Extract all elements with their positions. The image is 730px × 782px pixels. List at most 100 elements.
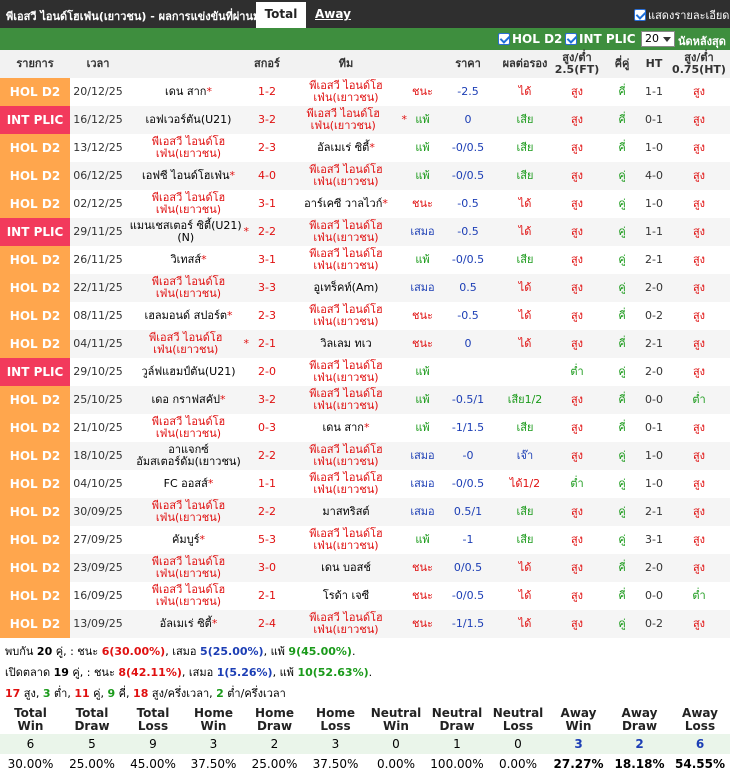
home-team[interactable]: เอฟซี ไอนด์โฮเฟ่น * bbox=[126, 162, 251, 190]
match-score[interactable]: 3-0 bbox=[251, 554, 283, 582]
away-team[interactable]: เดน บอสช์ bbox=[283, 554, 409, 582]
league-badge[interactable]: HOL D2 bbox=[0, 246, 70, 274]
table-row[interactable]: HOL D2 04/10/25 FC ออสส์ * 1-1 พีเอสวี ไอนด์โ… bbox=[0, 470, 730, 498]
away-team[interactable]: อูเทร็คท์(Am) bbox=[283, 274, 409, 302]
tab-away[interactable]: Away bbox=[315, 7, 351, 21]
table-row[interactable]: HOL D2 25/10/25 เดอ กราฟสคัป * 3-2 พีเอสวี ไอ… bbox=[0, 386, 730, 414]
home-team[interactable]: พีเอสวี ไอนด์โฮเฟ่น(เยาวชน) bbox=[126, 274, 251, 302]
match-score[interactable]: 1-2 bbox=[251, 78, 283, 106]
table-row[interactable]: HOL D2 22/11/25 พีเอสวี ไอนด์โฮเฟ่น(เยาวชน… bbox=[0, 274, 730, 302]
table-row[interactable]: INT PLIC 16/12/25 เอฟเวอร์ตัน(U21) 3-2 พีเอส… bbox=[0, 106, 730, 134]
away-team[interactable]: พีเอสวี ไอนด์โฮเฟ่น(เยาวชน) bbox=[283, 442, 409, 470]
checkbox-icon[interactable] bbox=[565, 33, 577, 45]
away-team[interactable]: วิลเลม ทเว bbox=[283, 330, 409, 358]
away-team[interactable]: เดน สาก * bbox=[283, 414, 409, 442]
away-team[interactable]: พีเอสวี ไอนด์โฮเฟ่น(เยาวชน) bbox=[283, 218, 409, 246]
checkbox-icon[interactable] bbox=[498, 33, 510, 45]
league-badge[interactable]: HOL D2 bbox=[0, 610, 70, 638]
match-score[interactable]: 0-3 bbox=[251, 414, 283, 442]
league-badge[interactable]: HOL D2 bbox=[0, 414, 70, 442]
away-team[interactable]: พีเอสวี ไอนด์โฮเฟ่น(เยาวชน) bbox=[283, 246, 409, 274]
league-badge[interactable]: HOL D2 bbox=[0, 386, 70, 414]
league-badge[interactable]: INT PLIC bbox=[0, 358, 70, 386]
match-score[interactable]: 5-3 bbox=[251, 526, 283, 554]
away-team[interactable]: พีเอสวี ไอนด์โฮเฟ่น(เยาวชน) bbox=[283, 526, 409, 554]
match-score[interactable]: 1-1 bbox=[251, 470, 283, 498]
show-detail-option[interactable]: แสดงรายละเอียด bbox=[634, 6, 729, 24]
away-team[interactable]: อาร์เคซี วาลไวก์ * bbox=[283, 190, 409, 218]
league-badge[interactable]: HOL D2 bbox=[0, 554, 70, 582]
league-badge[interactable]: HOL D2 bbox=[0, 526, 70, 554]
home-team[interactable]: แมนเชสเตอร์ ซิตี้(U21)(N) * bbox=[126, 218, 251, 246]
match-score[interactable]: 3-2 bbox=[251, 106, 283, 134]
away-team[interactable]: มาสทริสต์ bbox=[283, 498, 409, 526]
league-badge[interactable]: HOL D2 bbox=[0, 78, 70, 106]
match-score[interactable]: 2-2 bbox=[251, 498, 283, 526]
table-row[interactable]: HOL D2 18/10/25 อาแจกซ์ อัมสเตอร์ดัม(เยาวช… bbox=[0, 442, 730, 470]
filter-hol-d2[interactable]: HOL D2 bbox=[498, 32, 562, 46]
home-team[interactable]: พีเอสวี ไอนด์โฮเฟ่น(เยาวชน) bbox=[126, 498, 251, 526]
match-score[interactable]: 2-3 bbox=[251, 134, 283, 162]
match-score[interactable]: 2-2 bbox=[251, 442, 283, 470]
league-badge[interactable]: INT PLIC bbox=[0, 218, 70, 246]
league-badge[interactable]: HOL D2 bbox=[0, 470, 70, 498]
home-team[interactable]: เดน สาก * bbox=[126, 78, 251, 106]
match-score[interactable]: 3-1 bbox=[251, 190, 283, 218]
table-row[interactable]: HOL D2 08/11/25 เฮลมอนด์ สปอร์ต * 2-3 พีเอสวี… bbox=[0, 302, 730, 330]
checkbox-icon[interactable] bbox=[634, 9, 646, 21]
match-score[interactable]: 2-4 bbox=[251, 610, 283, 638]
table-row[interactable]: HOL D2 13/12/25 พีเอสวี ไอนด์โฮเฟ่น(เยาวชน… bbox=[0, 134, 730, 162]
league-badge[interactable]: HOL D2 bbox=[0, 190, 70, 218]
away-team[interactable]: โรด้า เจซี bbox=[283, 582, 409, 610]
home-team[interactable]: คัมบูร์ * bbox=[126, 526, 251, 554]
table-row[interactable]: HOL D2 13/09/25 อัลเมเร่ ซิตี้ * 2-4 พีเอสวี … bbox=[0, 610, 730, 638]
table-row[interactable]: HOL D2 02/12/25 พีเอสวี ไอนด์โฮเฟ่น(เยาวชน… bbox=[0, 190, 730, 218]
table-row[interactable]: HOL D2 30/09/25 พีเอสวี ไอนด์โฮเฟ่น(เยาวชน… bbox=[0, 498, 730, 526]
away-team[interactable]: พีเอสวี ไอนด์โฮเฟ่น(เยาวชน) bbox=[283, 386, 409, 414]
away-team[interactable]: พีเอสวี ไอนด์โฮเฟ่น(เยาวชน) bbox=[283, 610, 409, 638]
home-team[interactable]: เดอ กราฟสคัป * bbox=[126, 386, 251, 414]
away-team[interactable]: พีเอสวี ไอนด์โฮเฟ่น(เยาวชน) bbox=[283, 470, 409, 498]
table-row[interactable]: INT PLIC 29/11/25 แมนเชสเตอร์ ซิตี้(U21)(N… bbox=[0, 218, 730, 246]
home-team[interactable]: เอฟเวอร์ตัน(U21) bbox=[126, 106, 251, 134]
league-badge[interactable]: HOL D2 bbox=[0, 162, 70, 190]
match-score[interactable]: 4-0 bbox=[251, 162, 283, 190]
league-badge[interactable]: HOL D2 bbox=[0, 582, 70, 610]
home-team[interactable]: อัลเมเร่ ซิตี้ * bbox=[126, 610, 251, 638]
league-badge[interactable]: HOL D2 bbox=[0, 274, 70, 302]
away-team[interactable]: อัลเมเร่ ซิตี้ * bbox=[283, 134, 409, 162]
away-team[interactable]: พีเอสวี ไอนด์โฮเฟ่น(เยาวชน) bbox=[283, 358, 409, 386]
match-score[interactable]: 2-2 bbox=[251, 218, 283, 246]
league-badge[interactable]: INT PLIC bbox=[0, 106, 70, 134]
match-score[interactable]: 3-2 bbox=[251, 386, 283, 414]
home-team[interactable]: พีเอสวี ไอนด์โฮเฟ่น(เยาวชน) bbox=[126, 134, 251, 162]
home-team[interactable]: พีเอสวี ไอนด์โฮเฟ่น(เยาวชน) bbox=[126, 582, 251, 610]
table-row[interactable]: HOL D2 23/09/25 พีเอสวี ไอนด์โฮเฟ่น(เยาวชน… bbox=[0, 554, 730, 582]
table-row[interactable]: HOL D2 06/12/25 เอฟซี ไอนด์โฮเฟ่น * 4-0 พีเอส… bbox=[0, 162, 730, 190]
league-badge[interactable]: HOL D2 bbox=[0, 134, 70, 162]
match-score[interactable]: 2-3 bbox=[251, 302, 283, 330]
match-score[interactable]: 3-1 bbox=[251, 246, 283, 274]
league-badge[interactable]: HOL D2 bbox=[0, 302, 70, 330]
table-row[interactable]: HOL D2 26/11/25 วิเทสส์ * 3-1 พีเอสวี ไอนด์โฮ… bbox=[0, 246, 730, 274]
table-row[interactable]: HOL D2 27/09/25 คัมบูร์ * 5-3 พีเอสวี ไอนด์โฮ… bbox=[0, 526, 730, 554]
match-score[interactable]: 2-1 bbox=[251, 330, 283, 358]
filter-int-plic[interactable]: INT PLIC bbox=[565, 32, 636, 46]
league-badge[interactable]: HOL D2 bbox=[0, 330, 70, 358]
away-team[interactable]: พีเอสวี ไอนด์โฮเฟ่น(เยาวชน) bbox=[283, 78, 409, 106]
table-row[interactable]: HOL D2 20/12/25 เดน สาก * 1-2 พีเอสวี ไอนด์โฮ… bbox=[0, 78, 730, 106]
away-team[interactable]: พีเอสวี ไอนด์โฮเฟ่น(เยาวชน) bbox=[283, 162, 409, 190]
league-badge[interactable]: HOL D2 bbox=[0, 498, 70, 526]
home-team[interactable]: วูล์ฟแฮมป์ตัน(U21) bbox=[126, 358, 251, 386]
home-team[interactable]: พีเอสวี ไอนด์โฮเฟ่น(เยาวชน) * bbox=[126, 330, 251, 358]
home-team[interactable]: พีเอสวี ไอนด์โฮเฟ่น(เยาวชน) bbox=[126, 414, 251, 442]
table-row[interactable]: HOL D2 16/09/25 พีเอสวี ไอนด์โฮเฟ่น(เยาวชน… bbox=[0, 582, 730, 610]
home-team[interactable]: อาแจกซ์ อัมสเตอร์ดัม(เยาวชน) bbox=[126, 442, 251, 470]
table-row[interactable]: INT PLIC 29/10/25 วูล์ฟแฮมป์ตัน(U21) 2-0 พีเ… bbox=[0, 358, 730, 386]
home-team[interactable]: FC ออสส์ * bbox=[126, 470, 251, 498]
match-score[interactable]: 2-1 bbox=[251, 582, 283, 610]
tab-total[interactable]: Total bbox=[256, 2, 306, 28]
away-team[interactable]: พีเอสวี ไอนด์โฮเฟ่น(เยาวชน) bbox=[283, 302, 409, 330]
home-team[interactable]: พีเอสวี ไอนด์โฮเฟ่น(เยาวชน) bbox=[126, 554, 251, 582]
home-team[interactable]: เฮลมอนด์ สปอร์ต * bbox=[126, 302, 251, 330]
